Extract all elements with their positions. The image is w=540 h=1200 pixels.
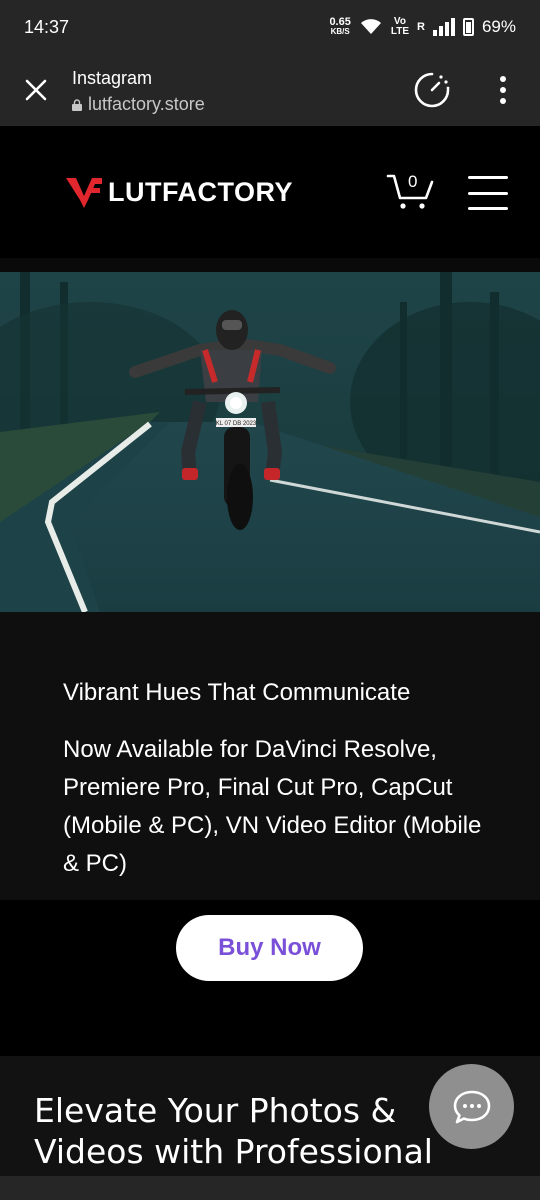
hero-image: KL 07 DB 2023 (0, 272, 540, 612)
network-speed-unit: KB/S (330, 27, 350, 36)
feature-title: Elevate Your Photos & Videos with Profes… (34, 1091, 433, 1171)
chat-icon (453, 1090, 490, 1123)
battery-icon (462, 18, 474, 36)
intro-section: Vibrant Hues That Communicate Now Availa… (0, 612, 540, 900)
buy-now-button[interactable]: Buy Now (176, 915, 363, 981)
system-navigation-bar (0, 1176, 540, 1200)
signal-icon (432, 18, 455, 36)
site-logo[interactable]: LUTFACTORY (66, 176, 293, 208)
logo-text: LUTFACTORY (108, 176, 293, 207)
battery-level: 69% (481, 17, 516, 36)
close-icon[interactable] (22, 76, 50, 104)
section-headline: Vibrant Hues That Communicate (63, 679, 411, 706)
volte-indicator: Vo LTE (391, 17, 409, 37)
header-divider (0, 258, 540, 272)
cta-section: Buy Now (0, 900, 540, 1056)
cart-count: 0 (408, 172, 418, 191)
lock-icon (72, 98, 82, 111)
status-time: 14:37 (24, 16, 70, 37)
speedometer-icon[interactable] (413, 71, 451, 109)
network-speed: 0.65 KB/S (329, 16, 351, 37)
availability-text: Now Available for DaVinci Resolve, Premi… (63, 736, 482, 877)
wifi-icon (360, 19, 381, 34)
menu-icon[interactable] (468, 176, 508, 210)
browser-url-text: lutfactory.store (88, 94, 205, 114)
lutfactory-logo-icon (66, 178, 102, 208)
browser-page-title: Instagram (72, 68, 153, 88)
site-header: LUTFACTORY 0 (0, 126, 540, 258)
motorcycle-rider-image: KL 07 DB 2023 (0, 272, 540, 612)
browser-toolbar: Instagram lutfactory.store (0, 54, 540, 126)
chat-button[interactable] (429, 1064, 514, 1149)
browser-url[interactable]: lutfactory.store (72, 94, 205, 115)
status-icons: 0.65 KB/S Vo LTE R 69% (329, 17, 516, 37)
license-plate-text: KL 07 DB 2023 (216, 421, 257, 427)
more-options-icon[interactable] (494, 74, 512, 106)
roaming-indicator: R (417, 21, 425, 33)
status-bar: 14:37 0.65 KB/S Vo LTE R 69% (0, 0, 540, 54)
network-speed-value: 0.65 (329, 16, 351, 28)
volte-bottom: LTE (390, 26, 410, 37)
